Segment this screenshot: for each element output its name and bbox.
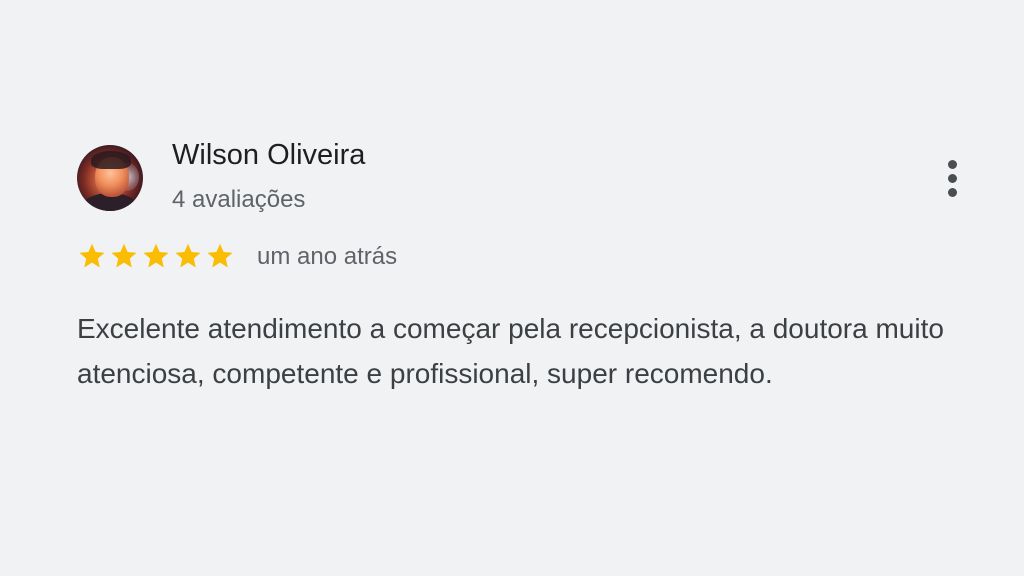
author-name[interactable]: Wilson Oliveira <box>172 139 365 172</box>
author-avatar[interactable] <box>77 145 143 211</box>
star-rating <box>77 241 235 273</box>
review-time: um ano atrás <box>257 243 398 270</box>
star-icon <box>205 241 235 271</box>
review-card: Wilson Oliveira 4 avaliações um ano atrá… <box>0 0 1024 576</box>
more-vert-icon-dot <box>948 188 957 197</box>
star-icon <box>109 241 139 271</box>
avatar-hair <box>91 151 131 169</box>
more-options-button[interactable] <box>936 154 970 202</box>
star-icon <box>141 241 171 271</box>
review-text: Excelente atendimento a começar pela rec… <box>77 313 944 389</box>
star-icon <box>173 241 203 271</box>
star-icon <box>77 241 107 271</box>
more-vert-icon-dot <box>948 174 957 183</box>
author-review-count: 4 avaliações <box>172 186 306 213</box>
more-vert-icon <box>948 160 957 169</box>
